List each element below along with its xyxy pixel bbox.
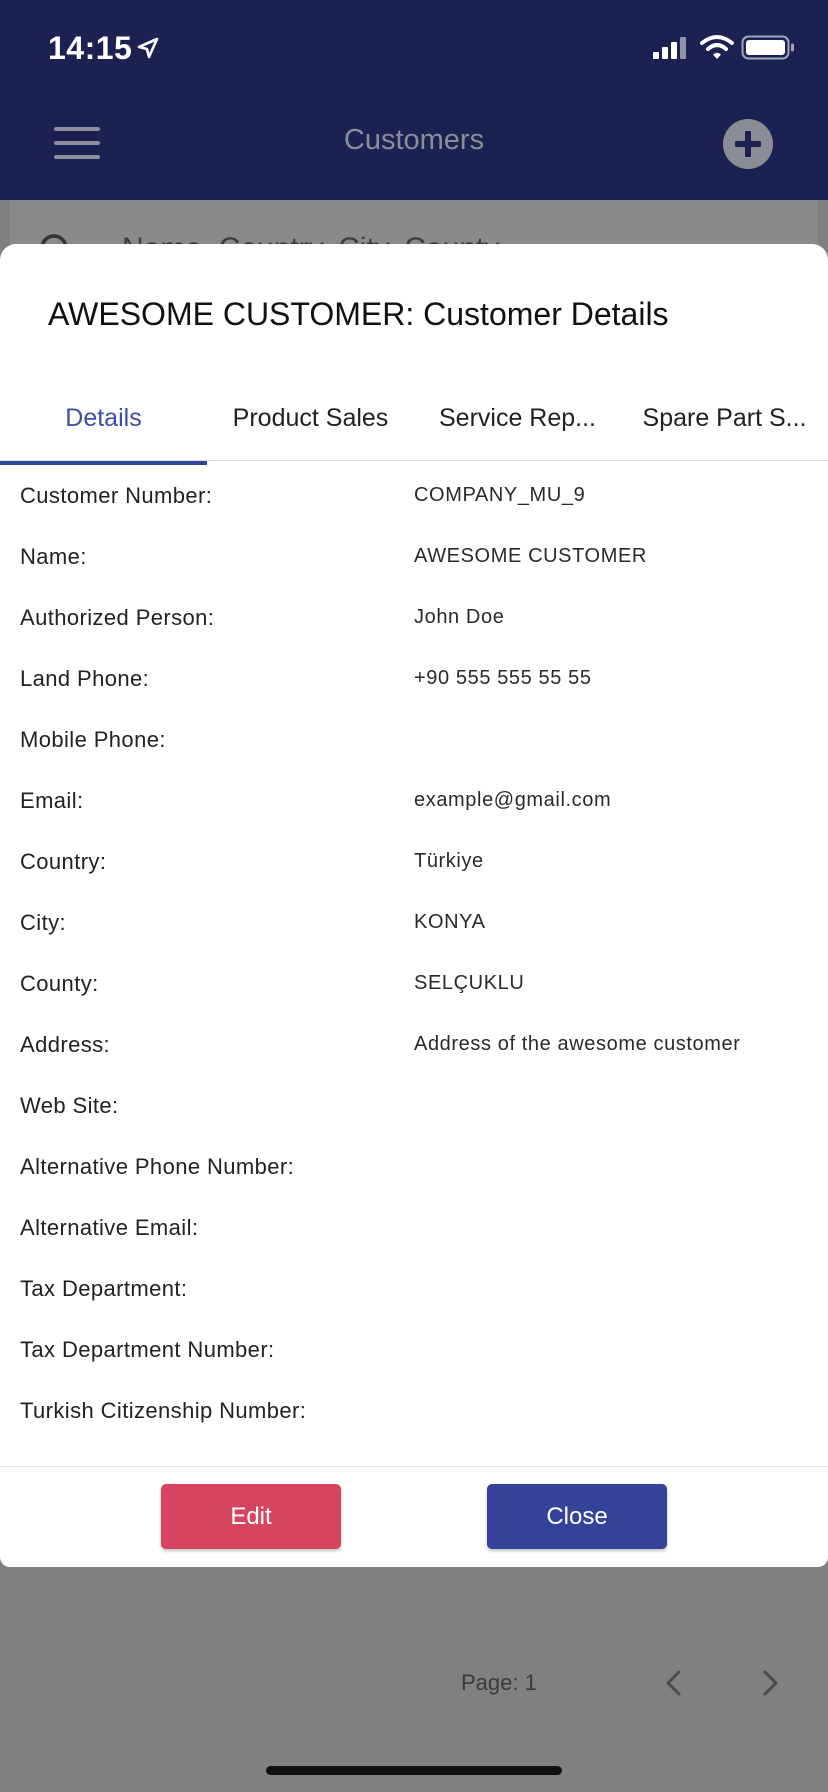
divider (0, 1466, 828, 1467)
field-row-tax-department-number: Tax Department Number: (0, 1321, 828, 1382)
tab-spare-part-sales[interactable]: Spare Part S... (621, 392, 828, 460)
close-button[interactable]: Close (487, 1484, 667, 1549)
status-bar: 14:15 (0, 0, 828, 100)
tab-product-sales[interactable]: Product Sales (207, 392, 414, 460)
field-value: example@gmail.com (414, 789, 612, 811)
field-label: Turkish Citizenship Number: (20, 1398, 307, 1423)
field-label: Alternative Email: (20, 1215, 199, 1240)
field-value: Türkiye (414, 850, 484, 872)
field-row-alternative-phone: Alternative Phone Number: (0, 1138, 828, 1199)
field-label: Tax Department: (20, 1276, 188, 1301)
field-value: John Doe (414, 606, 505, 628)
field-row-city: City: KONYA (0, 894, 828, 955)
home-indicator[interactable] (266, 1766, 562, 1775)
field-value: AWESOME CUSTOMER (414, 545, 647, 567)
field-row-turkish-citizenship-number: Turkish Citizenship Number: (0, 1382, 828, 1443)
chevron-right-icon[interactable] (760, 1670, 780, 1696)
field-row-tax-department: Tax Department: (0, 1260, 828, 1321)
field-label: Name: (20, 544, 87, 569)
field-value: Address of the awesome customer (414, 1033, 741, 1055)
field-row-web-site: Web Site: (0, 1077, 828, 1138)
page-title: Customers (343, 124, 485, 156)
field-label: Address: (20, 1032, 111, 1057)
field-row-mobile-phone: Mobile Phone: (0, 711, 828, 772)
active-tab-indicator (0, 461, 207, 465)
field-row-authorized-person: Authorized Person: John Doe (0, 589, 828, 650)
field-row-alternative-email: Alternative Email: (0, 1199, 828, 1260)
field-row-customer-number: Customer Number: COMPANY_MU_9 (0, 467, 828, 528)
details-list[interactable]: Customer Number: COMPANY_MU_9 Name: AWES… (0, 467, 828, 1465)
field-label: Customer Number: (20, 483, 213, 508)
field-label: Land Phone: (20, 666, 150, 691)
chevron-left-icon[interactable] (664, 1670, 684, 1696)
tab-service-reports[interactable]: Service Rep... (414, 392, 621, 460)
field-label: City: (20, 910, 66, 935)
tab-bar: Details Product Sales Service Rep... Spa… (0, 392, 828, 461)
wifi-icon (700, 35, 734, 59)
field-row-name: Name: AWESOME CUSTOMER (0, 528, 828, 589)
field-value: +90 555 555 55 55 (414, 667, 592, 689)
field-label: Country: (20, 849, 107, 874)
customer-details-modal: AWESOME CUSTOMER: Customer Details Detai… (0, 244, 828, 1567)
field-row-county: County: SELÇUKLU (0, 955, 828, 1016)
field-label: Authorized Person: (20, 605, 215, 630)
field-value: SELÇUKLU (414, 972, 525, 994)
field-label: County: (20, 971, 99, 996)
add-customer-icon[interactable] (722, 118, 774, 170)
cellular-signal-icon (653, 37, 686, 59)
battery-icon (741, 35, 794, 60)
field-label: Mobile Phone: (20, 727, 166, 752)
tab-details[interactable]: Details (0, 392, 207, 460)
field-row-address: Address: Address of the awesome customer (0, 1016, 828, 1077)
field-row-land-phone: Land Phone: +90 555 555 55 55 (0, 650, 828, 711)
field-label: Web Site: (20, 1093, 119, 1118)
field-label: Tax Department Number: (20, 1337, 275, 1362)
location-arrow-icon (137, 37, 159, 59)
status-time: 14:15 (48, 30, 133, 66)
field-label: Alternative Phone Number: (20, 1154, 295, 1179)
field-row-email: Email: example@gmail.com (0, 772, 828, 833)
field-value: KONYA (414, 911, 486, 933)
nav-bar: Customers (0, 100, 828, 200)
page-indicator: Page: 1 (461, 1670, 537, 1695)
field-value: COMPANY_MU_9 (414, 484, 586, 506)
field-label: Email: (20, 788, 84, 813)
field-row-country: Country: Türkiye (0, 833, 828, 894)
edit-button[interactable]: Edit (161, 1484, 341, 1549)
modal-title: AWESOME CUSTOMER: Customer Details (48, 296, 669, 332)
app-header: 14:15 Customers (0, 0, 828, 200)
list-footer (0, 1567, 828, 1792)
